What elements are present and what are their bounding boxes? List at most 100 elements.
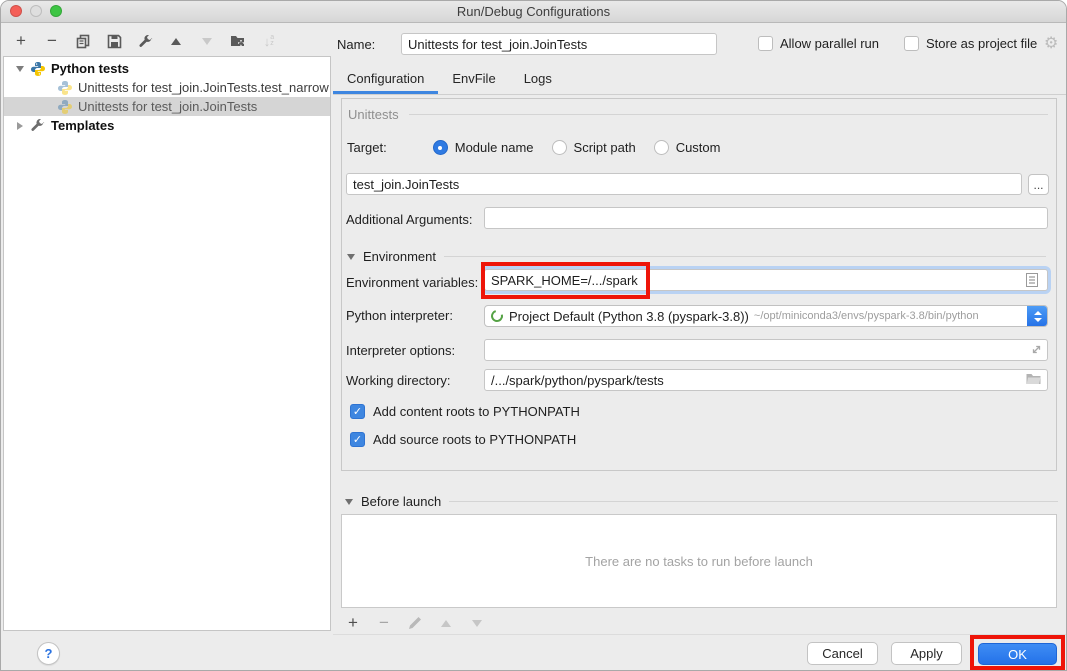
target-label: Target: — [347, 140, 387, 155]
python-test-icon — [57, 99, 73, 115]
collapse-arrow-icon[interactable] — [345, 499, 353, 505]
ok-button[interactable]: OK — [978, 643, 1057, 665]
interpreter-value: Project Default (Python 3.8 (pyspark-3.8… — [509, 309, 749, 324]
edit-variables-icon[interactable] — [1026, 273, 1038, 287]
allow-parallel-run-checkbox[interactable]: Allow parallel run — [758, 36, 879, 51]
tab-envfile[interactable]: EnvFile — [438, 71, 509, 94]
checkbox-label: Store as project file — [926, 36, 1037, 51]
python-tests-icon — [30, 61, 46, 77]
empty-tasks-message: There are no tasks to run before launch — [585, 554, 813, 569]
unittests-group-title: Unittests — [348, 107, 399, 122]
store-as-project-file-checkbox[interactable]: Store as project file — [904, 36, 1037, 51]
new-folder-icon[interactable] — [230, 33, 246, 49]
tree-item-test-narrow[interactable]: Unittests for test_join.JoinTests.test_n… — [4, 78, 330, 97]
combobox-stepper-icon[interactable] — [1027, 305, 1048, 327]
checkbox-box[interactable] — [904, 36, 919, 51]
gear-icon[interactable]: ⚙ — [1044, 36, 1058, 52]
working-directory-input[interactable] — [484, 369, 1048, 391]
remove-configuration-button[interactable]: − — [44, 33, 60, 49]
tree-item-python-tests[interactable]: Python tests — [4, 59, 330, 78]
browse-module-button[interactable]: ... — [1028, 174, 1049, 195]
interpreter-options-input[interactable] — [484, 339, 1048, 361]
tree-item-label: Templates — [51, 118, 114, 133]
minimize-button — [30, 5, 42, 17]
window-title: Run/Debug Configurations — [457, 4, 610, 19]
environment-variables-label: Environment variables: — [346, 275, 478, 290]
remove-task-button: − — [376, 615, 392, 631]
radio-button[interactable] — [654, 140, 669, 155]
tree-item-templates[interactable]: Templates — [4, 116, 330, 135]
move-task-down-icon — [469, 615, 485, 631]
radio-script-path[interactable]: Script path — [552, 140, 636, 155]
cancel-button[interactable]: Cancel — [807, 642, 878, 665]
radio-button[interactable] — [433, 140, 448, 155]
expand-arrow-icon[interactable] — [17, 122, 23, 130]
tree-item-label: Unittests for test_join.JoinTests.test_n… — [78, 80, 329, 95]
before-launch-task-list: There are no tasks to run before launch — [341, 514, 1057, 608]
conda-env-icon — [489, 308, 505, 324]
templates-wrench-icon — [30, 118, 46, 134]
sidebar-toolbar: + − ↓az — [13, 32, 277, 50]
tree-item-label: Python tests — [51, 61, 129, 76]
divider — [449, 501, 1058, 502]
radio-button[interactable] — [552, 140, 567, 155]
module-name-input[interactable] — [346, 173, 1022, 195]
divider — [444, 256, 1046, 257]
checkbox-label: Add source roots to PYTHONPATH — [373, 432, 576, 447]
move-up-icon[interactable] — [168, 33, 184, 49]
working-directory-label: Working directory: — [346, 373, 451, 388]
before-launch-section-title: Before launch — [361, 494, 441, 509]
environment-section-title: Environment — [363, 249, 436, 264]
interpreter-path: ~/opt/miniconda3/envs/pyspark-3.8/bin/py… — [754, 310, 979, 322]
tree-item-jointests-selected[interactable]: Unittests for test_join.JoinTests — [4, 97, 330, 116]
checkbox-box[interactable]: ✓ — [350, 404, 365, 419]
add-content-roots-checkbox[interactable]: ✓ Add content roots to PYTHONPATH — [350, 404, 580, 419]
environment-variables-input[interactable] — [484, 269, 1048, 291]
additional-arguments-input[interactable] — [484, 207, 1048, 229]
name-input[interactable] — [401, 33, 717, 55]
close-button[interactable] — [10, 5, 22, 17]
before-launch-toolbar: + − — [345, 615, 485, 631]
folder-browse-icon[interactable] — [1026, 373, 1041, 385]
interpreter-options-label: Interpreter options: — [346, 343, 455, 358]
additional-arguments-label: Additional Arguments: — [346, 212, 472, 227]
python-interpreter-select[interactable]: Project Default (Python 3.8 (pyspark-3.8… — [484, 305, 1048, 327]
collapse-arrow-icon[interactable] — [347, 254, 355, 260]
zoom-button[interactable] — [50, 5, 62, 17]
checkbox-box[interactable]: ✓ — [350, 432, 365, 447]
apply-button[interactable]: Apply — [891, 642, 962, 665]
divider — [333, 634, 1067, 635]
tree-item-label: Unittests for test_join.JoinTests — [78, 99, 257, 114]
edit-task-icon — [407, 615, 423, 631]
tab-bar: Configuration EnvFile Logs — [333, 68, 1067, 95]
run-debug-configurations-dialog: Run/Debug Configurations + − ↓az — [0, 0, 1067, 671]
edit-templates-icon[interactable] — [137, 33, 153, 49]
radio-label: Module name — [455, 140, 534, 155]
add-source-roots-checkbox[interactable]: ✓ Add source roots to PYTHONPATH — [350, 432, 576, 447]
checkbox-label: Add content roots to PYTHONPATH — [373, 404, 580, 419]
collapse-arrow-icon[interactable] — [16, 66, 24, 72]
python-test-icon — [57, 80, 73, 96]
sort-configurations-icon: ↓az — [261, 33, 277, 49]
radio-module-name[interactable]: Module name — [433, 140, 534, 155]
add-configuration-button[interactable]: + — [13, 33, 29, 49]
save-configuration-icon[interactable] — [106, 33, 122, 49]
help-label: ? — [45, 646, 53, 661]
radio-label: Script path — [574, 140, 636, 155]
divider — [409, 114, 1048, 115]
python-interpreter-label: Python interpreter: — [346, 308, 453, 323]
copy-configuration-icon[interactable] — [75, 33, 91, 49]
radio-label: Custom — [676, 140, 721, 155]
tab-configuration[interactable]: Configuration — [333, 71, 438, 94]
configurations-tree: Python tests Unittests for test_join.Joi… — [3, 56, 331, 631]
radio-custom[interactable]: Custom — [654, 140, 721, 155]
help-button[interactable]: ? — [37, 642, 60, 665]
add-task-button[interactable]: + — [345, 615, 361, 631]
expand-field-icon[interactable] — [1030, 343, 1043, 356]
checkbox-box[interactable] — [758, 36, 773, 51]
move-down-icon — [199, 33, 215, 49]
checkbox-label: Allow parallel run — [780, 36, 879, 51]
name-label: Name: — [337, 37, 375, 52]
configuration-form-panel: Unittests Target: Module name Script pat… — [341, 98, 1057, 471]
tab-logs[interactable]: Logs — [510, 71, 566, 94]
